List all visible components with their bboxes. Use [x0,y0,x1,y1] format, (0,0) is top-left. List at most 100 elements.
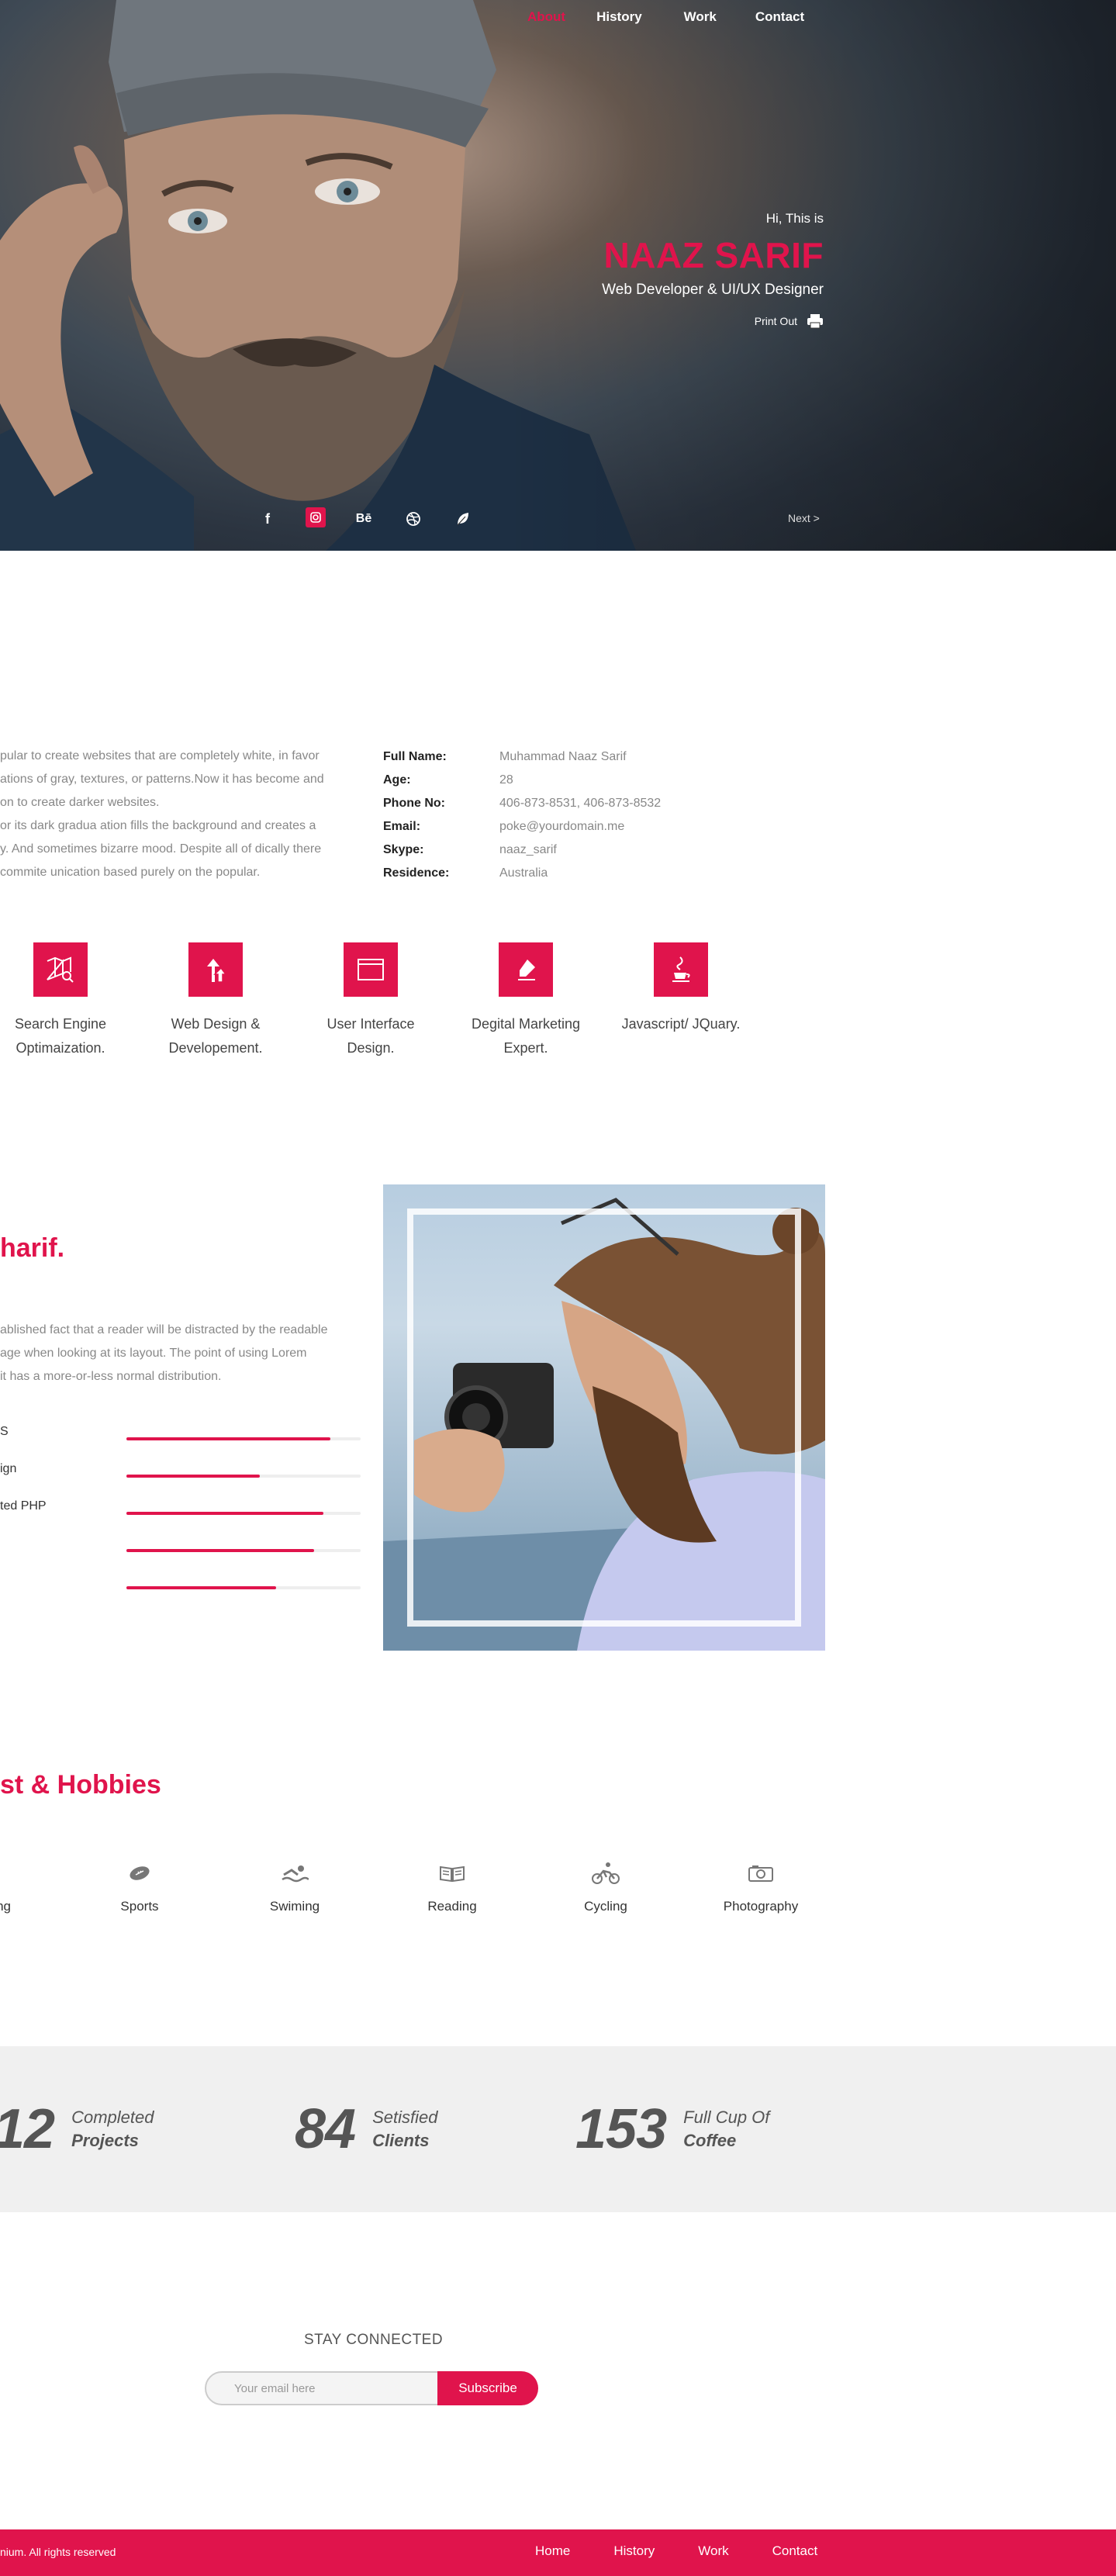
skill-track [126,1586,361,1589]
service-label: Web Design & Developement. [138,1012,293,1060]
stat-caption-line: Completed [71,2107,154,2127]
skill-fill [126,1475,261,1478]
print-out-label: Print Out [754,315,797,327]
info-label: Full Name: [383,750,447,763]
service-label-line: Expert. [503,1040,548,1056]
football-icon [85,1862,194,1885]
info-row-email: Email: poke@yourdomain.me [383,815,661,838]
printer-icon [807,314,823,329]
footer-nav-home[interactable]: Home [535,2543,570,2559]
skill-bar [0,1541,361,1560]
skill-fill [126,1586,277,1589]
info-row-residence: Residence: Australia [383,862,661,885]
open-book-icon [398,1862,506,1885]
java-cup-icon [654,942,708,997]
nav-contact[interactable]: Contact [755,9,804,25]
newsletter-title: STAY CONNECTED [304,2332,444,2348]
photographer-image [383,1184,825,1651]
stat-projects: 12 Completed Projects [0,2097,154,2161]
stat-number: 12 [0,2098,55,2160]
service-label-line: Degital Marketing [471,1016,581,1032]
hobby-label: ng [0,1899,11,1914]
nav-about[interactable]: About [527,9,565,25]
facebook-icon[interactable]: f [256,507,279,531]
skills-text-line: it has a more-or-less normal distributio… [0,1370,222,1383]
browser-window-icon [344,942,398,997]
footer-nav-contact[interactable]: Contact [772,2543,818,2559]
info-label: Skype: [383,843,424,856]
service-label: Degital Marketing Expert. [448,1012,603,1060]
info-value: naaz_sarif [499,843,557,856]
service-label: Search Engine Optimaization. [0,1012,138,1060]
hobby-label: Swiming [269,1899,320,1914]
marker-icon [499,942,553,997]
info-row-skype: Skype: naaz_sarif [383,838,661,862]
info-label: Email: [383,820,421,833]
service-label-line: Optimaization. [16,1040,105,1056]
skill-bar: S [0,1425,361,1448]
hero-role: Web Developer & UI/UX Designer [602,282,824,298]
info-value: 406-873-8531, 406-873-8532 [499,797,662,810]
next-link[interactable]: Next > [788,512,820,524]
info-value[interactable]: poke@yourdomain.me [499,815,624,838]
upload-arrows-icon [188,942,243,997]
service-label: Javascript/ JQuary. [603,1012,758,1036]
hobby-item: Sports [85,1862,194,1914]
about-text-line: y. And sometimes bizarre mood. Despite a… [0,842,322,856]
stat-caption: Setisfied Clients [372,2106,437,2152]
hobby-item: Cycling [551,1862,660,1914]
info-value: 28 [499,773,513,787]
info-label: Age: [383,773,411,787]
stat-caption-bold: Clients [372,2131,430,2150]
nav-history[interactable]: History [596,9,642,25]
stat-coffee: 153 Full Cup Of Coffee [575,2097,769,2161]
image-frame [407,1208,801,1627]
leaf-icon[interactable] [451,507,475,531]
info-value: Muhammad Naaz Sarif [499,750,627,763]
skill-fill [126,1549,314,1552]
skill-track [126,1549,361,1552]
footer-nav-history[interactable]: History [613,2543,655,2559]
stats-section: 12 Completed Projects 84 Setisfied Clients… [0,2046,1116,2212]
email-input[interactable] [205,2371,453,2405]
about-text-line: commite unication based purely on the po… [0,866,261,879]
skill-label: S [0,1425,9,1438]
newsletter-form: Subscribe [205,2371,538,2405]
stat-caption-line: Setisfied [372,2107,438,2127]
skills-text-line: age when looking at its layout. The poin… [0,1347,307,1360]
map-search-icon [33,942,88,997]
service-label-line: Design. [347,1040,395,1056]
service-label-line: Developement. [168,1040,263,1056]
service-label-line: Search Engine [14,1016,107,1032]
service-item: User Interface Design. [293,942,448,1060]
hero-name: NAAZ SARIF [603,235,824,275]
subscribe-button[interactable]: Subscribe [437,2371,538,2405]
dribbble-icon[interactable] [402,507,425,531]
instagram-icon[interactable] [306,507,326,527]
service-label: User Interface Design. [293,1012,448,1060]
stat-caption-bold: Projects [71,2131,139,2150]
skill-track [126,1437,361,1440]
hobby-label: Cycling [584,1899,627,1914]
skill-label: ign [0,1462,17,1475]
skill-bar: ign [0,1462,361,1485]
about-text-line: on to create darker websites. [0,796,160,809]
service-label-line: User Interface [327,1016,415,1032]
skills-text: ablished fact that a reader will be dist… [0,1319,365,1388]
swimmer-icon [240,1862,349,1885]
skill-track [126,1475,361,1478]
footer-navigation: Home History Work Contact [535,2543,817,2559]
print-out-button[interactable]: Print Out [755,313,824,329]
skill-label: ted PHP [0,1499,47,1513]
camera-icon [707,1862,815,1885]
service-item: Javascript/ JQuary. [603,942,758,1036]
behance-icon[interactable]: Bē [352,507,375,531]
stat-number: 84 [295,2098,356,2160]
footer-nav-work[interactable]: Work [698,2543,728,2559]
about-text-line: ations of gray, textures, or patterns.No… [0,773,324,786]
gaming-icon [0,1862,54,1885]
nav-work[interactable]: Work [684,9,717,25]
skill-bar [0,1578,361,1597]
cyclist-icon [551,1862,660,1885]
skills-title: harif. [0,1233,65,1263]
